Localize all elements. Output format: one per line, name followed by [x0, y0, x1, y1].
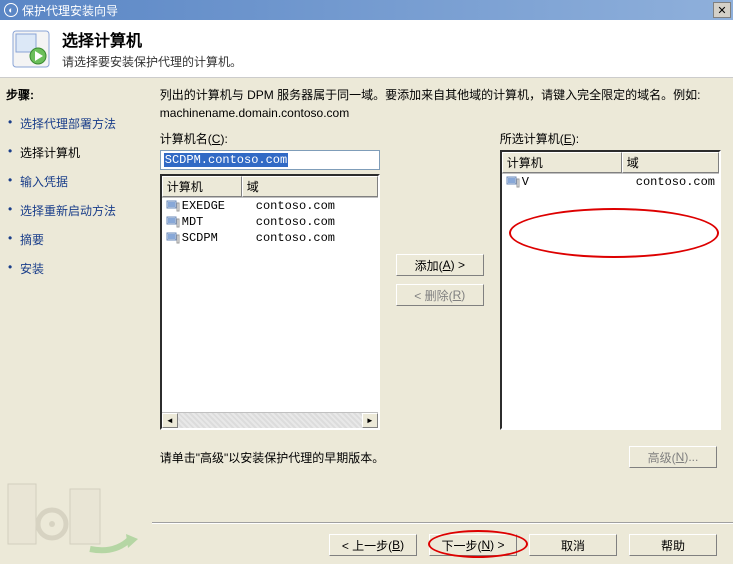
step-1[interactable]: 选择计算机 [6, 138, 146, 167]
step-2[interactable]: 输入凭据 [6, 167, 146, 196]
window-title: 保护代理安装向导 [22, 2, 118, 19]
close-button[interactable]: ✕ [713, 2, 731, 18]
selected-label: 所选计算机(E): [500, 130, 721, 147]
computer-icon [506, 176, 520, 188]
selected-list-header: 计算机 域 [502, 152, 719, 174]
page-subtitle: 请选择要安装保护代理的计算机。 [62, 53, 242, 70]
available-list-header: 计算机 域 [162, 176, 378, 198]
sidebar-decoration [0, 454, 152, 564]
step-4[interactable]: 摘要 [6, 225, 146, 254]
computer-name-value: SCDPM.contoso.com [164, 153, 288, 167]
page-heading: 选择计算机 [62, 27, 242, 51]
selected-list[interactable]: 计算机 域 Vcontoso.com [500, 150, 721, 430]
remove-button[interactable]: < 删除(R) [396, 284, 484, 306]
button-bar: < 上一步(B) 下一步(N) > 取消 帮助 [152, 534, 733, 556]
advanced-hint: 请单击"高级"以安装保护代理的早期版本。 [160, 449, 609, 466]
scroll-left-button[interactable]: ◄ [162, 413, 178, 428]
available-list[interactable]: 计算机 域 EXEDGEcontoso.comMDTcontoso.comSCD… [160, 174, 380, 430]
steps-header: 步骤: [6, 86, 146, 103]
computer-icon [166, 216, 180, 228]
selected-row[interactable]: Vcontoso.com [502, 174, 719, 190]
advanced-button[interactable]: 高级(N)... [629, 446, 717, 468]
scroll-right-button[interactable]: ► [362, 413, 378, 428]
back-button[interactable]: < 上一步(B) [329, 534, 417, 556]
available-row[interactable]: SCDPMcontoso.com [162, 230, 378, 246]
main-panel: 列出的计算机与 DPM 服务器属于同一域。要添加来自其他域的计算机，请键入完全限… [152, 78, 733, 564]
computer-icon [166, 232, 180, 244]
title-bar: ◐ 保护代理安装向导 ✕ [0, 0, 733, 20]
available-row[interactable]: MDTcontoso.com [162, 214, 378, 230]
next-button[interactable]: 下一步(N) > [429, 534, 517, 556]
add-button[interactable]: 添加(A) > [396, 254, 484, 276]
available-label: 计算机名(C): [160, 130, 380, 147]
computer-name-input[interactable]: SCDPM.contoso.com [160, 150, 380, 170]
step-5[interactable]: 安装 [6, 254, 146, 283]
wizard-banner: 选择计算机 请选择要安装保护代理的计算机。 [0, 20, 733, 78]
separator [152, 522, 733, 524]
step-0[interactable]: 选择代理部署方法 [6, 109, 146, 138]
available-row[interactable]: EXEDGEcontoso.com [162, 198, 378, 214]
cancel-button[interactable]: 取消 [529, 534, 617, 556]
step-3[interactable]: 选择重新启动方法 [6, 196, 146, 225]
steps-sidebar: 步骤: 选择代理部署方法选择计算机输入凭据选择重新启动方法摘要安装 [0, 78, 152, 564]
computer-icon [166, 200, 180, 212]
instruction-text: 列出的计算机与 DPM 服务器属于同一域。要添加来自其他域的计算机，请键入完全限… [160, 86, 721, 122]
horizontal-scrollbar[interactable]: ◄ ► [162, 412, 378, 428]
wizard-icon [10, 28, 52, 70]
help-button[interactable]: 帮助 [629, 534, 717, 556]
app-icon: ◐ [4, 3, 18, 17]
